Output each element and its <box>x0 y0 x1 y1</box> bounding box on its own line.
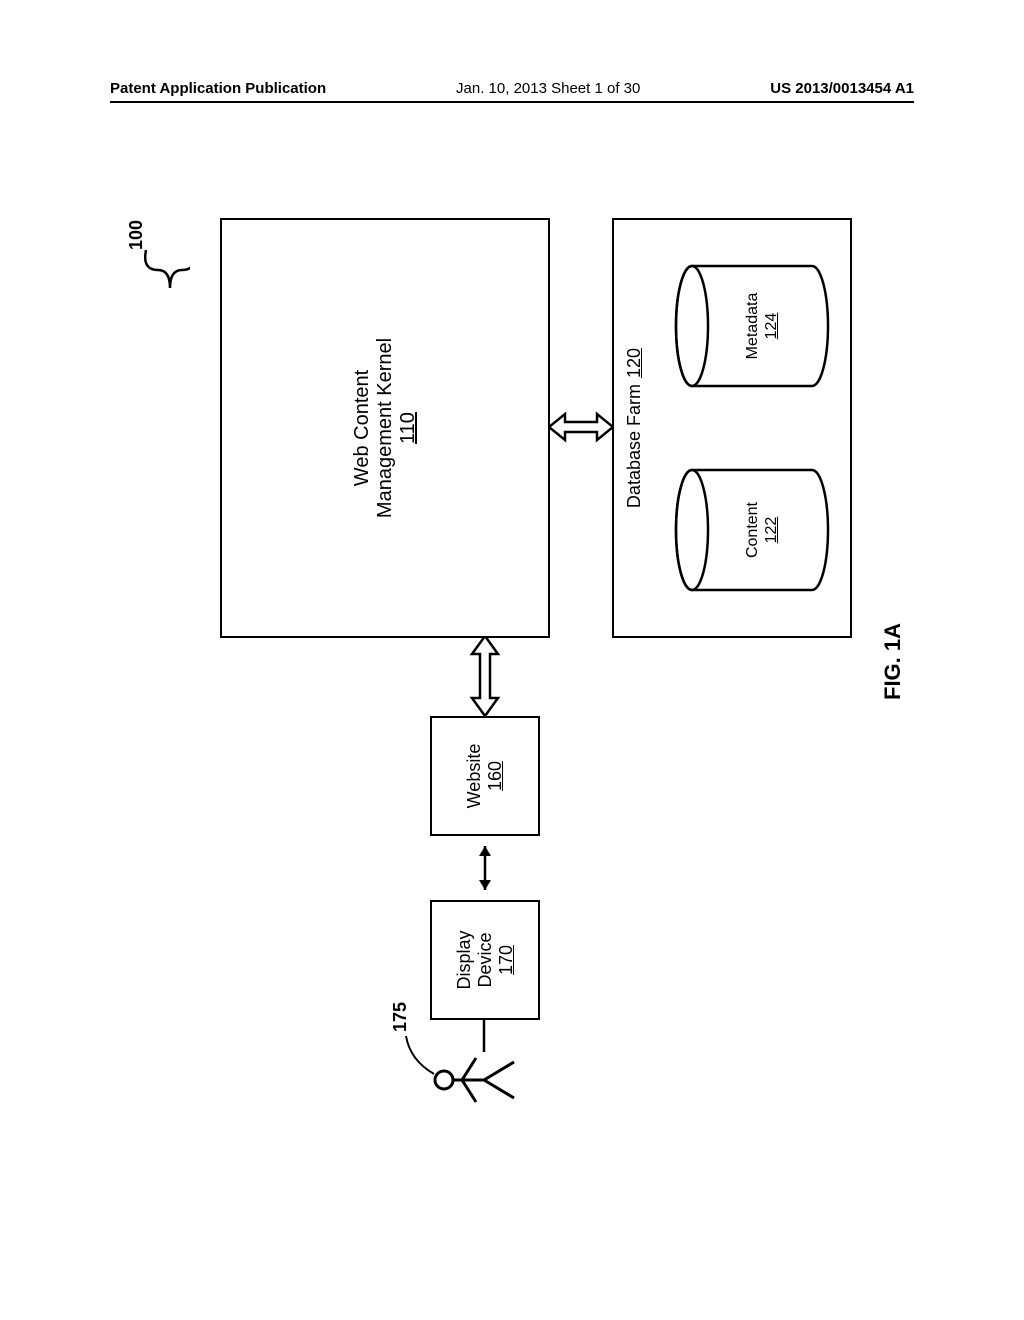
diagram-viewport: 100 175 Display Device 170 <box>120 180 900 1120</box>
connector-device-website <box>475 836 495 900</box>
page-header: Patent Application Publication Jan. 10, … <box>110 80 914 103</box>
block-website: Website 160 <box>430 716 540 836</box>
cylinder-content: Content 122 <box>672 460 832 600</box>
curly-brace-icon <box>140 240 190 300</box>
leader-user <box>400 1030 440 1080</box>
user-icon <box>430 1050 520 1110</box>
block-display-device: Display Device 170 <box>430 900 540 1020</box>
block-kernel: Web Content Management Kernel 110 <box>220 218 550 638</box>
cylinder-metadata: Metadata 124 <box>672 256 832 396</box>
dbfarm-title: Database Farm <box>624 384 645 508</box>
website-ref: 160 <box>485 761 506 791</box>
display-device-title: Display Device <box>454 902 496 1018</box>
display-device-ref: 170 <box>496 945 517 975</box>
figure-label: FIG. 1A <box>880 623 906 700</box>
content-ref: 122 <box>762 502 781 558</box>
header-left: Patent Application Publication <box>110 80 326 97</box>
dbfarm-ref: 120 <box>624 348 645 378</box>
kernel-line2: Management Kernel <box>374 338 397 518</box>
metadata-title: Metadata <box>743 293 762 360</box>
kernel-line1: Web Content <box>351 370 374 486</box>
kernel-ref: 110 <box>397 412 420 444</box>
hollow-arrow-kernel-db <box>550 410 612 444</box>
connector-user-device <box>476 1016 492 1054</box>
header-right: US 2013/0013454 A1 <box>770 80 914 97</box>
figure-1a: 100 175 Display Device 170 <box>120 180 900 1120</box>
hollow-arrow-website-kernel <box>468 638 502 716</box>
content-title: Content <box>743 502 762 558</box>
metadata-ref: 124 <box>762 293 781 360</box>
ref-user-number: 175 <box>390 1002 411 1032</box>
website-title: Website <box>464 744 485 809</box>
header-center: Jan. 10, 2013 Sheet 1 of 30 <box>326 80 770 97</box>
